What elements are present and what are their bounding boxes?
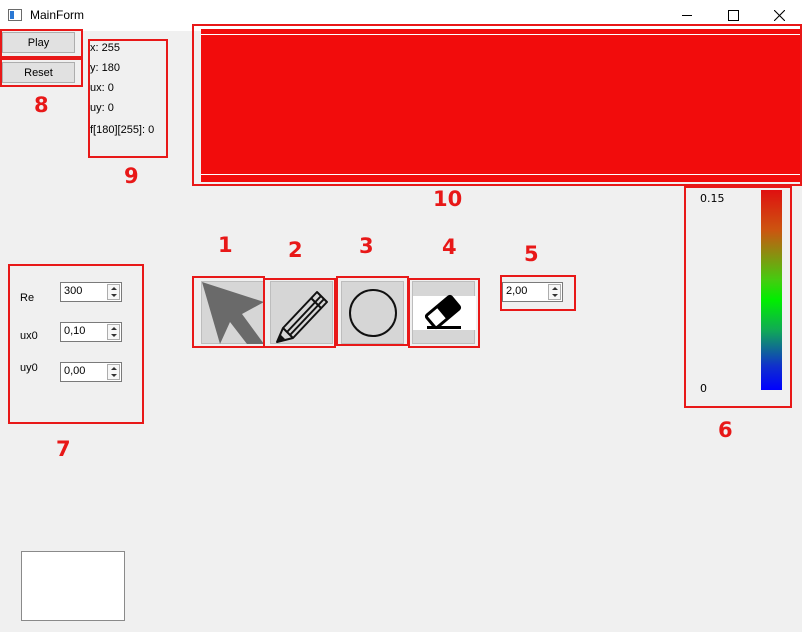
annotation-label-8: 8 (34, 93, 49, 117)
annotation-label-3: 3 (359, 234, 374, 258)
annotation-box-2 (263, 278, 336, 348)
annotation-box-9 (88, 39, 168, 158)
annotation-label-4: 4 (442, 235, 457, 259)
minimize-icon (682, 15, 692, 16)
annotation-box-5 (500, 275, 576, 311)
annotation-label-1: 1 (218, 233, 233, 257)
annotation-label-7: 7 (56, 437, 71, 461)
annotation-box-8 (0, 58, 83, 87)
annotation-label-5: 5 (524, 242, 539, 266)
annotation-box-10 (192, 24, 802, 186)
close-icon (773, 10, 785, 21)
window-title: MainForm (30, 8, 85, 22)
annotation-box-play (0, 29, 83, 58)
annotation-label-6: 6 (718, 418, 733, 442)
annotation-box-6 (684, 186, 792, 408)
annotation-label-9: 9 (124, 164, 139, 188)
annotation-box-7 (8, 264, 144, 424)
preview-box (21, 551, 125, 621)
annotation-label-10: 10 (433, 187, 463, 211)
annotation-box-1 (192, 276, 265, 348)
maximize-icon (727, 10, 739, 21)
annotation-box-3 (336, 276, 409, 346)
annotation-label-2: 2 (288, 238, 303, 262)
app-icon (8, 9, 22, 21)
annotation-box-4 (408, 278, 480, 348)
